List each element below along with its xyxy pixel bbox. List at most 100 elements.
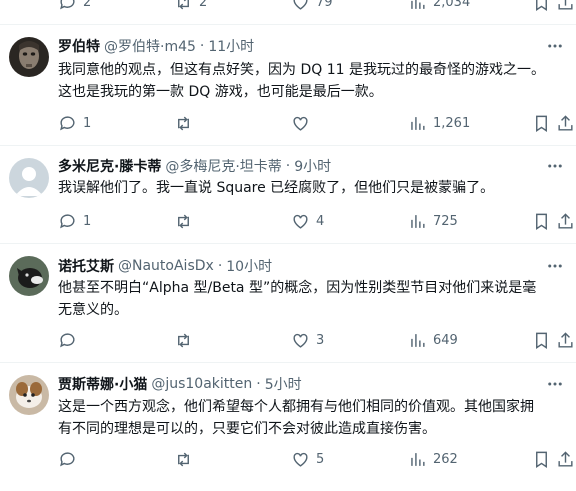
retweet-button[interactable]: [174, 330, 199, 350]
author-name[interactable]: 诺托艾斯: [58, 256, 114, 276]
share-icon: [558, 0, 573, 10]
share-button[interactable]: [556, 330, 575, 350]
author-name[interactable]: 罗伯特: [58, 36, 100, 56]
retweet-button[interactable]: [174, 211, 199, 231]
reply-icon: [60, 115, 75, 130]
more-icon: [548, 264, 562, 268]
reply-count: 1: [83, 115, 92, 131]
share-button[interactable]: [556, 449, 575, 469]
retweet-icon: [178, 452, 189, 466]
bookmark-icon: [536, 115, 547, 132]
separator-dot: ·: [256, 376, 261, 392]
like-button[interactable]: [291, 113, 316, 133]
retweet-button[interactable]: [174, 113, 199, 133]
views-button[interactable]: 725: [408, 211, 458, 231]
share-icon: [558, 450, 573, 467]
share-button[interactable]: [556, 211, 575, 231]
bookmark-button[interactable]: [532, 330, 551, 350]
reply-tweet[interactable]: 罗伯特 @罗伯特·m45 · 11小时 我同意他的观点，但这有点好笑，因为 DQ…: [0, 25, 576, 146]
reply-tweet[interactable]: 诺托艾斯 @NautoAisDx · 10小时 他甚至不明白“Alpha 型/B…: [0, 244, 576, 363]
views-icon: [411, 452, 425, 466]
author-name[interactable]: 多米尼克·滕卡蒂: [58, 156, 161, 176]
like-button[interactable]: 79: [291, 0, 333, 12]
reply-tweet[interactable]: 多米尼克·滕卡蒂 @多梅尼克·坦卡蒂 · 9小时 我误解他们了。我一直说 Squ…: [0, 146, 576, 244]
default-avatar-icon: [9, 158, 49, 198]
like-button[interactable]: 5: [291, 449, 324, 469]
retweet-icon: [178, 0, 189, 9]
heart-icon: [293, 333, 308, 348]
views-icon: [411, 214, 425, 228]
more-button[interactable]: [546, 257, 564, 275]
reply-button[interactable]: 2: [58, 0, 91, 12]
timestamp[interactable]: 10小时: [226, 256, 272, 276]
avatar[interactable]: [9, 375, 49, 415]
author-handle[interactable]: @罗伯特·m45: [104, 36, 196, 56]
bookmark-icon: [536, 213, 547, 230]
retweet-button[interactable]: 2: [174, 0, 207, 12]
bookmark-button[interactable]: [532, 113, 551, 133]
avatar[interactable]: [9, 158, 49, 198]
heart-icon: [293, 452, 308, 467]
more-icon: [548, 44, 562, 48]
views-button[interactable]: 1,261: [408, 113, 470, 133]
retweet-icon: [178, 214, 189, 228]
retweet-count: 2: [199, 0, 208, 10]
avatar[interactable]: [9, 37, 49, 77]
like-count: 79: [316, 0, 333, 10]
reply-button[interactable]: 1: [58, 113, 91, 133]
reply-tweet[interactable]: 贾斯蒂娜·小猫 @jus10akitten · 5小时 这是一个西方观念，他们希…: [0, 363, 576, 491]
like-count: 4: [316, 213, 325, 229]
more-button[interactable]: [546, 157, 564, 175]
author-handle[interactable]: @NautoAisDx: [118, 258, 214, 274]
author-handle[interactable]: @多梅尼克·坦卡蒂: [165, 156, 281, 176]
timestamp[interactable]: 11小时: [208, 36, 254, 56]
reply-button[interactable]: [58, 330, 83, 350]
retweet-icon: [178, 116, 189, 130]
more-button[interactable]: [546, 375, 564, 393]
reply-button[interactable]: 1: [58, 211, 91, 231]
share-icon: [558, 331, 573, 348]
bookmark-icon: [536, 0, 547, 11]
heart-icon: [293, 116, 308, 131]
author-handle[interactable]: @jus10akitten: [151, 376, 252, 392]
views-button[interactable]: 262: [408, 449, 458, 469]
like-button[interactable]: 3: [291, 330, 324, 350]
bookmark-icon: [536, 451, 547, 468]
heart-icon: [293, 0, 308, 10]
timestamp[interactable]: 9小时: [294, 156, 331, 176]
reply-feed: 2 2 79 2,034 罗伯特 @罗伯特·m45 · 11小时 我同意他的观点…: [0, 0, 576, 491]
reply-icon: [60, 451, 75, 466]
share-button[interactable]: [556, 0, 575, 12]
retweet-icon: [178, 333, 189, 347]
more-button[interactable]: [546, 37, 564, 55]
like-button[interactable]: 4: [291, 211, 324, 231]
share-button[interactable]: [556, 113, 575, 133]
views-button[interactable]: 2,034: [408, 0, 470, 12]
views-button[interactable]: 649: [408, 330, 458, 350]
avatar-image: [9, 37, 49, 77]
views-icon: [411, 0, 425, 9]
retweet-button[interactable]: [174, 449, 199, 469]
bookmark-button[interactable]: [532, 0, 551, 12]
avatar[interactable]: [9, 256, 49, 296]
bookmark-button[interactable]: [532, 449, 551, 469]
action-bar: 3 649: [58, 330, 576, 350]
tweet-text: 我同意他的观点，但这有点好笑，因为 DQ 11 是我玩过的最奇怪的游戏之一。 这…: [58, 62, 545, 100]
view-count: 725: [433, 213, 458, 229]
like-count: 5: [316, 451, 325, 467]
view-count: 1,261: [433, 115, 471, 131]
reply-count: 1: [83, 213, 92, 229]
avatar-image: [9, 375, 49, 415]
view-count: 649: [433, 332, 458, 348]
view-count: 2,034: [433, 0, 471, 10]
action-bar: 1 4 725: [58, 211, 576, 231]
timestamp[interactable]: 5小时: [265, 374, 302, 394]
heart-icon: [293, 214, 308, 229]
reply-icon: [60, 332, 75, 347]
bookmark-button[interactable]: [532, 211, 551, 231]
share-icon: [558, 114, 573, 131]
reply-button[interactable]: [58, 449, 83, 469]
author-name[interactable]: 贾斯蒂娜·小猫: [58, 374, 147, 394]
more-icon: [548, 164, 562, 168]
avatar-image: [9, 256, 49, 296]
